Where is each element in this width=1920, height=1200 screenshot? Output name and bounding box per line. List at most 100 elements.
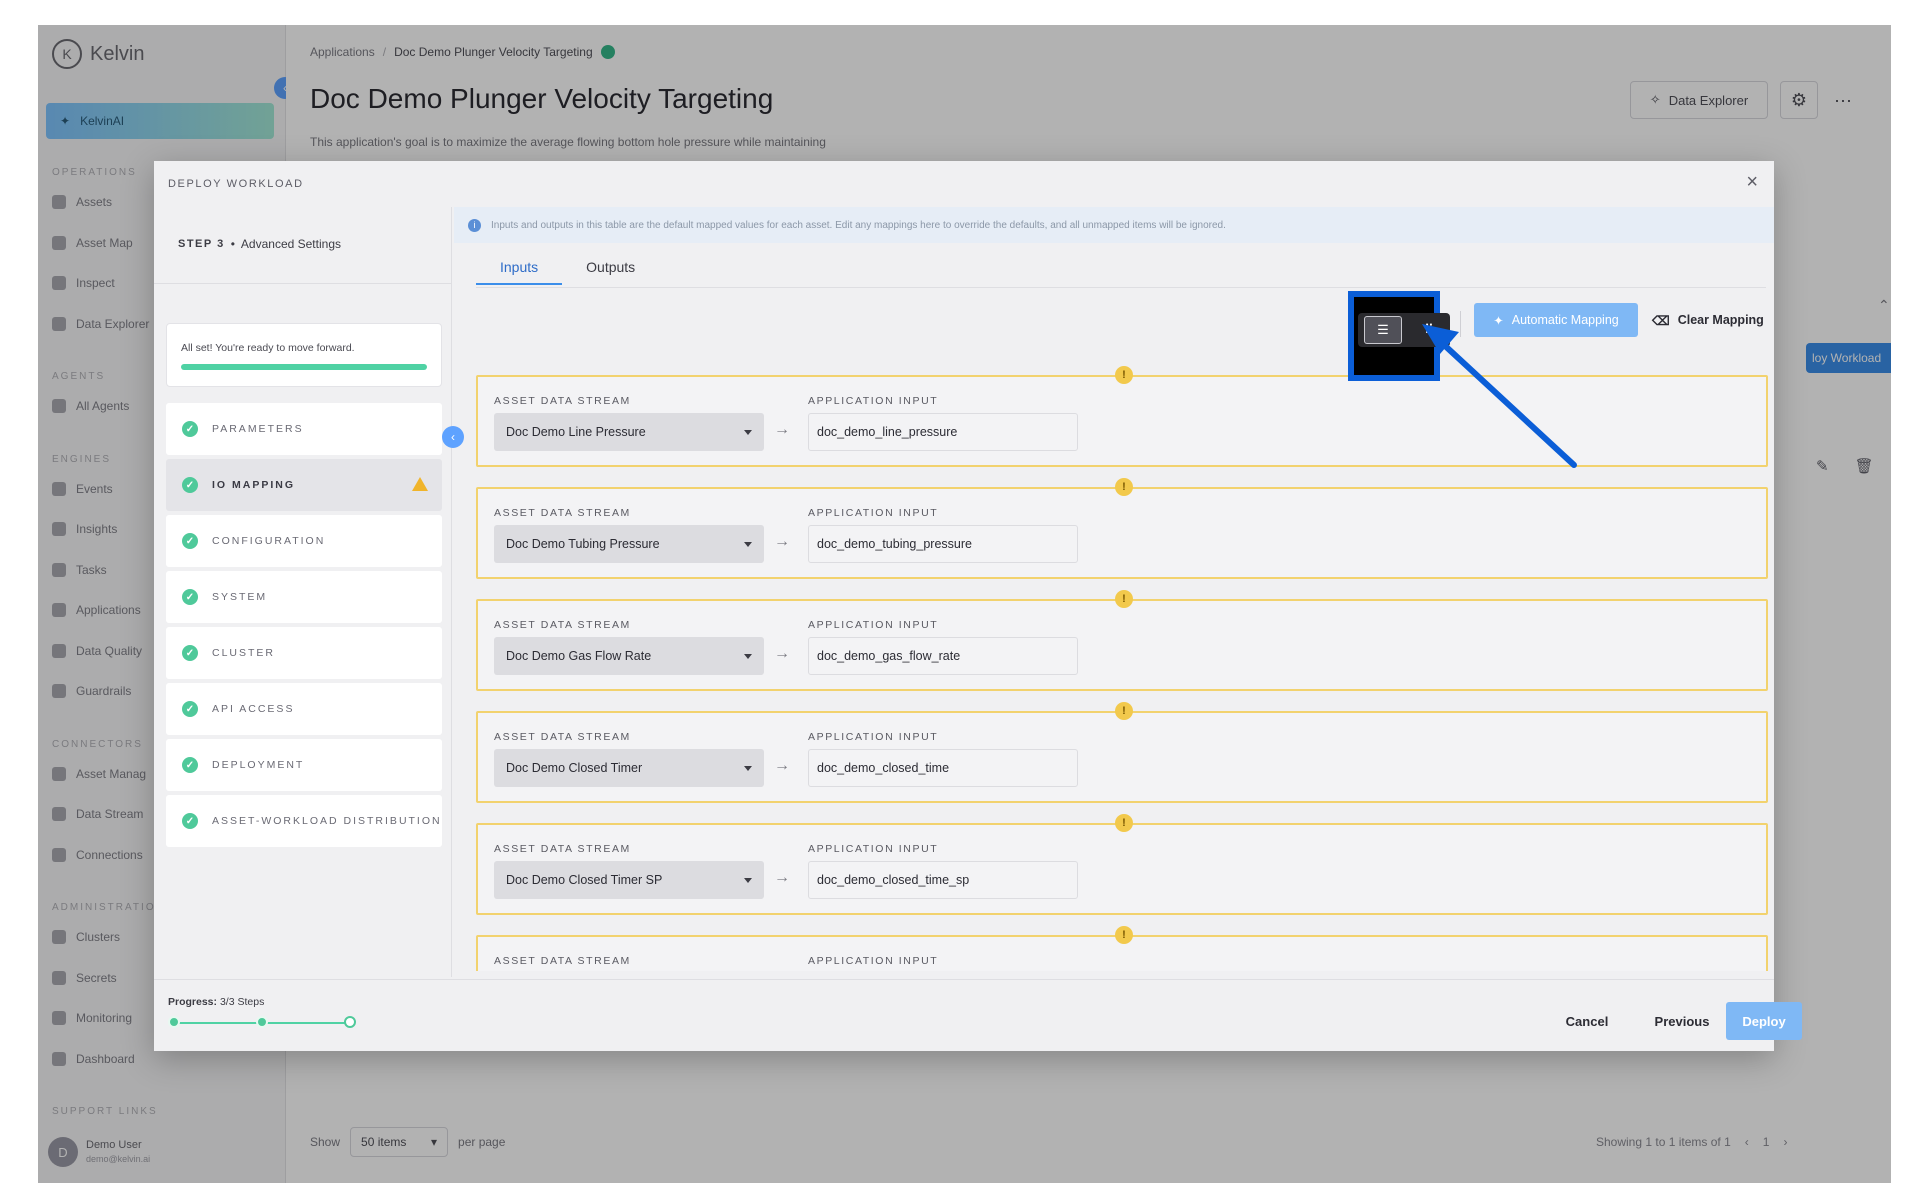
arrow-right-icon: → — [774, 421, 790, 438]
caret-down-icon — [744, 765, 752, 771]
deploy-button[interactable]: Deploy — [1726, 1002, 1802, 1040]
app-screen: K Kelvin ‹ ✦ KelvinAI OPERATIONS Assets As… — [38, 25, 1891, 1183]
progress-caption: Progress: — [168, 996, 218, 1008]
asset-data-stream-select[interactable]: Doc Demo Closed Timer SP — [494, 861, 764, 899]
mapping-row: !ASSET DATA STREAMAPPLICATION INPUTDoc D… — [476, 478, 1768, 579]
arrow-right-icon: → — [774, 869, 790, 886]
mapping-row: !ASSET DATA STREAMAPPLICATION INPUTDoc D… — [476, 926, 1768, 971]
asset-data-stream-select[interactable]: Doc Demo Line Pressure — [494, 413, 764, 451]
modal-title: DEPLOY WORKLOAD — [168, 178, 304, 190]
application-input-label: APPLICATION INPUT — [808, 507, 939, 519]
asset-data-stream-label: ASSET DATA STREAM — [494, 955, 631, 967]
clear-mapping-label: Clear Mapping — [1677, 313, 1764, 327]
application-input-label: APPLICATION INPUT — [808, 395, 939, 407]
progress-label: Progress: 3/3 Steps — [168, 996, 264, 1008]
warning-icon: ! — [1115, 366, 1133, 384]
wizard-step[interactable]: ✓ API ACCESS — [166, 683, 442, 735]
wizard-step-label: CLUSTER — [212, 647, 276, 659]
wizard-step[interactable]: ✓ DEPLOYMENT — [166, 739, 442, 791]
asset-data-stream-label: ASSET DATA STREAM — [494, 507, 631, 519]
info-text: Inputs and outputs in this table are the… — [491, 219, 1226, 231]
info-banner: i Inputs and outputs in this table are t… — [454, 207, 1774, 243]
progress-step-3 — [344, 1016, 356, 1028]
mapping-list[interactable]: ! ASSET DATA STREAM APPLICATION INPUT Doc D… — [476, 361, 1772, 971]
check-circle-icon: ✓ — [182, 421, 198, 437]
asset-data-stream-label: ASSET DATA STREAM — [494, 843, 631, 855]
mapping-row: ! ASSET DATA STREAM APPLICATION INPUT Doc D… — [476, 814, 1768, 915]
deploy-workload-modal: DEPLOY WORKLOAD × STEP 3 • Advanced Sett… — [154, 161, 1802, 1051]
wizard-step[interactable]: ✓ PARAMETERS — [166, 403, 442, 455]
ready-text: All set! You're ready to move forward. — [181, 342, 355, 354]
view-mode-toggle: ☰ ⠿ — [1358, 313, 1450, 347]
grid-icon: ⠿ — [1424, 322, 1434, 337]
warning-icon — [412, 477, 428, 491]
wizard-step-label: PARAMETERS — [212, 423, 304, 435]
check-circle-icon: ✓ — [182, 645, 198, 661]
application-input-field: doc_demo_closed_time_sp — [808, 861, 1078, 899]
selected-stream: Doc Demo Line Pressure — [506, 425, 646, 439]
automatic-mapping-button[interactable]: ✦ Automatic Mapping — [1474, 303, 1638, 337]
mapping-row: ! ASSET DATA STREAM APPLICATION INPUT Doc D… — [476, 366, 1768, 467]
step-name: Advanced Settings — [240, 237, 341, 251]
check-circle-icon: ✓ — [182, 589, 198, 605]
application-input-label: APPLICATION INPUT — [808, 731, 939, 743]
warning-icon: ! — [1115, 814, 1133, 832]
asset-data-stream-select[interactable]: Doc Demo Closed Timer — [494, 749, 764, 787]
arrow-right-icon: → — [774, 533, 790, 550]
cancel-button[interactable]: Cancel — [1552, 1002, 1622, 1040]
info-icon: i — [468, 218, 481, 232]
mapping-row: ! ASSET DATA STREAM APPLICATION INPUT Doc D… — [476, 590, 1768, 691]
clear-mapping-button[interactable]: ⌫ Clear Mapping — [1652, 303, 1764, 337]
modal-footer: Progress: 3/3 Steps Cancel Previous Depl… — [154, 979, 1802, 1051]
list-icon: ☰ — [1377, 322, 1389, 337]
selected-stream: Doc Demo Tubing Pressure — [506, 537, 660, 551]
arrow-right-icon: → — [774, 645, 790, 662]
ready-status-card: All set! You're ready to move forward. — [166, 323, 442, 387]
step-number: STEP 3 — [178, 238, 225, 250]
check-circle-icon: ✓ — [182, 533, 198, 549]
previous-button[interactable]: Previous — [1640, 1002, 1724, 1040]
magic-wand-icon: ✦ — [1493, 313, 1504, 328]
check-circle-icon: ✓ — [182, 757, 198, 773]
asset-data-stream-select[interactable]: Doc Demo Tubing Pressure — [494, 525, 764, 563]
wizard-step[interactable]: ✓ IO MAPPING — [166, 459, 442, 511]
ready-progress-bar — [181, 364, 427, 370]
close-icon[interactable]: × — [1746, 171, 1758, 194]
progress-step-2 — [256, 1016, 268, 1028]
application-input-field: doc_demo_tubing_pressure — [808, 525, 1078, 563]
caret-down-icon — [744, 653, 752, 659]
progress-value: 3/3 Steps — [219, 996, 265, 1008]
wizard-step-label: DEPLOYMENT — [212, 759, 305, 771]
io-tabs: Inputs Outputs — [476, 251, 659, 285]
automatic-mapping-label: Automatic Mapping — [1511, 313, 1619, 327]
wizard-step[interactable]: ✓ SYSTEM — [166, 571, 442, 623]
asset-data-stream-select[interactable]: Doc Demo Gas Flow Rate — [494, 637, 764, 675]
selected-stream: Doc Demo Closed Timer — [506, 761, 643, 775]
arrow-right-icon: → — [774, 757, 790, 774]
wizard-step[interactable]: ✓ CLUSTER — [166, 627, 442, 679]
caret-down-icon — [744, 541, 752, 547]
tab-outputs[interactable]: Outputs — [562, 251, 659, 285]
application-input-label: APPLICATION INPUT — [808, 619, 939, 631]
tab-inputs[interactable]: Inputs — [476, 251, 563, 285]
panel-collapse-button[interactable]: ‹ — [442, 426, 464, 448]
asset-data-stream-label: ASSET DATA STREAM — [494, 395, 631, 407]
eraser-icon: ⌫ — [1652, 313, 1670, 328]
caret-down-icon — [744, 429, 752, 435]
selected-stream: Doc Demo Gas Flow Rate — [506, 649, 652, 663]
modal-header: DEPLOY WORKLOAD — [154, 161, 1774, 207]
view-toggle-highlight: ☰ ⠿ — [1348, 291, 1450, 381]
wizard-step-label: SYSTEM — [212, 591, 268, 603]
application-input-field: doc_demo_gas_flow_rate — [808, 637, 1078, 675]
warning-icon: ! — [1115, 590, 1133, 608]
application-input-label: APPLICATION INPUT — [808, 843, 939, 855]
wizard-step[interactable]: ✓ ASSET-WORKLOAD DISTRIBUTION — [166, 795, 442, 847]
grid-view-button[interactable]: ⠿ — [1410, 316, 1448, 344]
wizard-step[interactable]: ✓ CONFIGURATION — [166, 515, 442, 567]
asset-data-stream-label: ASSET DATA STREAM — [494, 731, 631, 743]
application-input-label: APPLICATION INPUT — [808, 955, 939, 967]
asset-data-stream-label: ASSET DATA STREAM — [494, 619, 631, 631]
progress-step-1 — [168, 1016, 180, 1028]
wizard-step-label: IO MAPPING — [212, 479, 296, 491]
list-view-button[interactable]: ☰ — [1364, 316, 1402, 344]
